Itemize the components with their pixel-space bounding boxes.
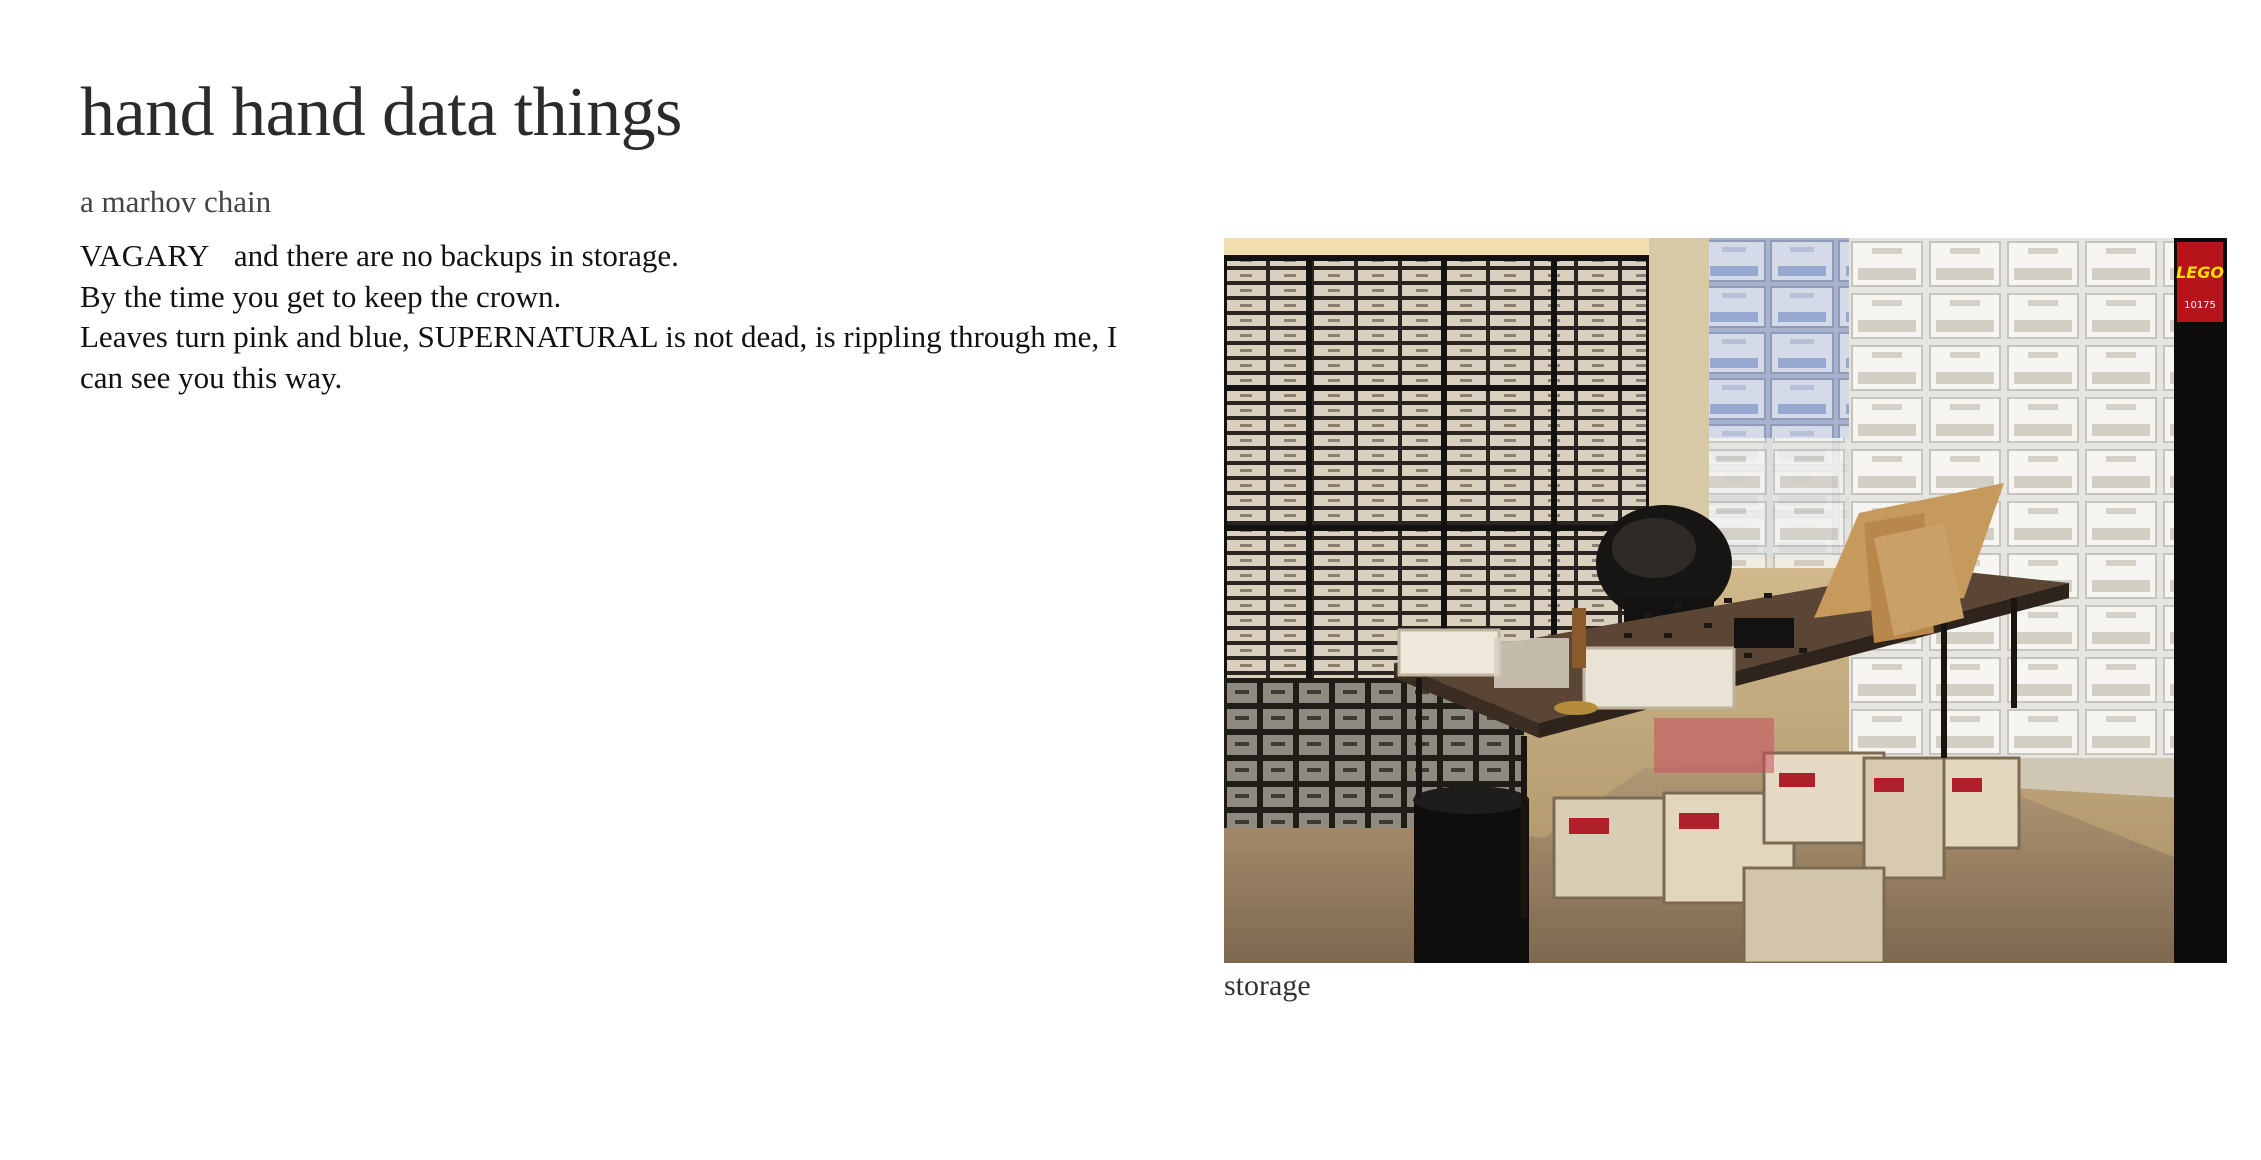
poem-line-1: VAGARY and there are no backups in storag… <box>80 236 1160 277</box>
poem-text: VAGARY and there are no backups in storag… <box>80 236 1160 398</box>
page-subtitle: a marhov chain <box>80 184 272 219</box>
poem-term: VAGARY <box>80 238 210 273</box>
storage-figure: LEGO 10175 storage <box>1224 238 2227 1005</box>
figure-caption: storage <box>1224 969 1311 1002</box>
poem-line-2: By the time you get to keep the crown. <box>80 278 562 314</box>
storage-photo: LEGO 10175 <box>1224 238 2227 963</box>
page-title: hand hand data things <box>80 74 682 151</box>
poem-line-3: Leaves turn pink and blue, SUPERNATURAL … <box>80 319 1118 395</box>
lego-logo-text: LEGO <box>2176 263 2224 282</box>
lego-set-number: 10175 <box>2184 300 2216 311</box>
poem-line-1-rest: and there are no backups in storage. <box>233 238 679 273</box>
